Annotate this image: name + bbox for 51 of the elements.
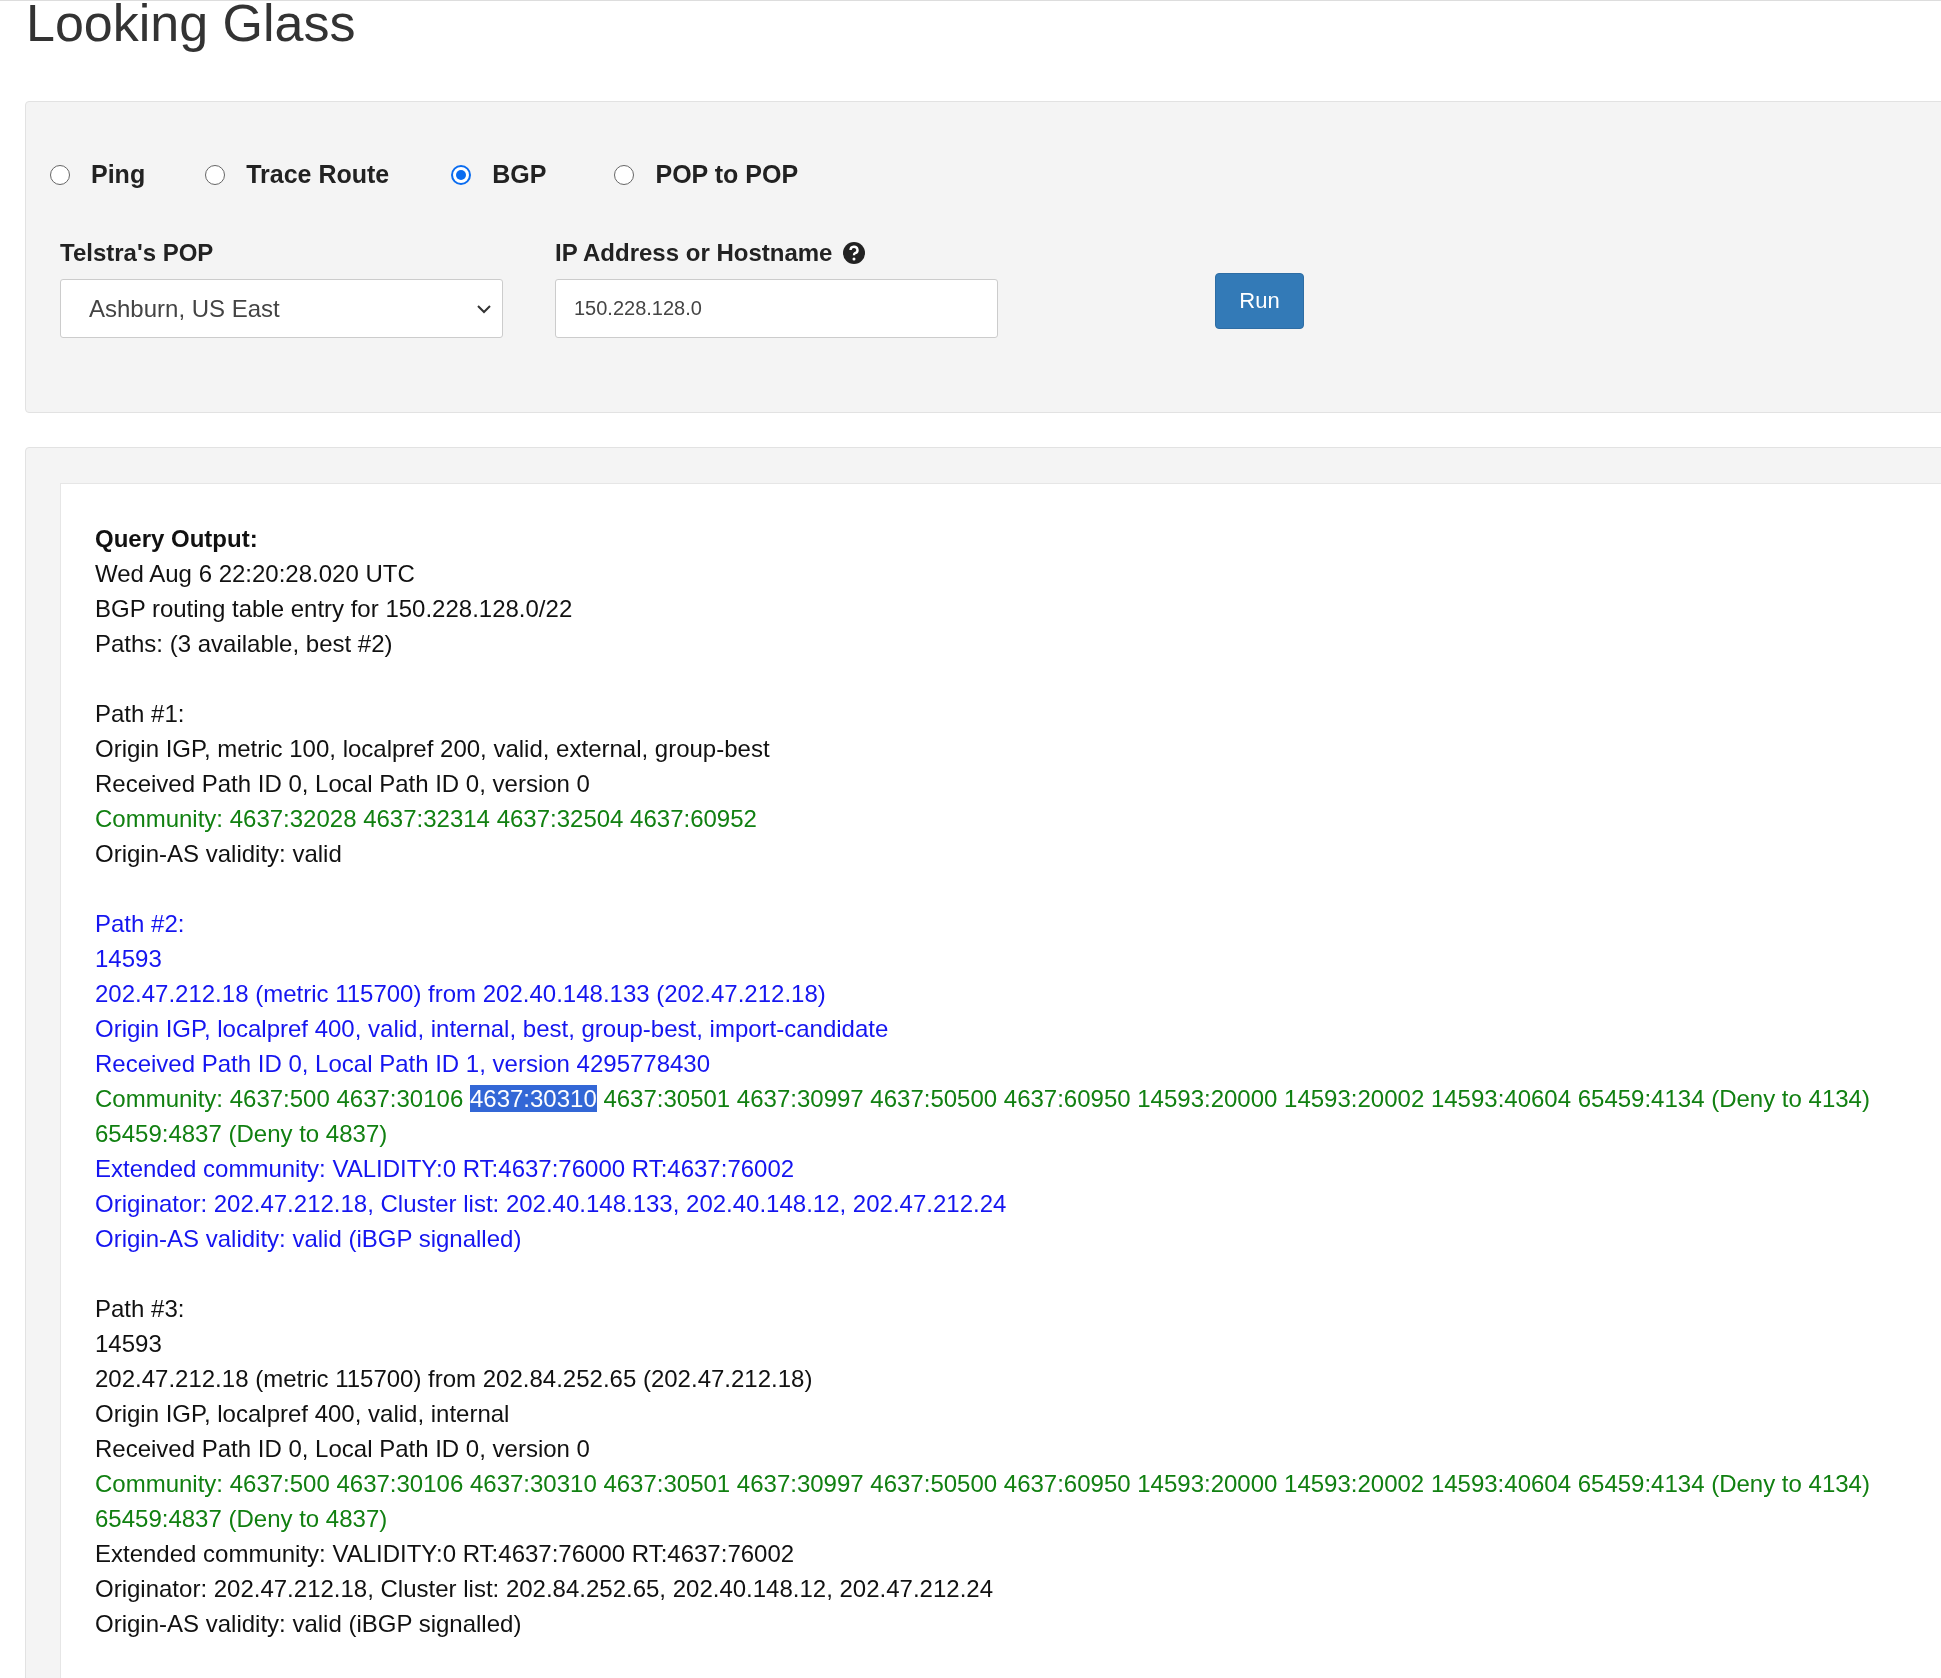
output-line: Community: 4637:32028 4637:32314 4637:32504 4637:60952 <box>95 804 757 834</box>
radio-circle-icon[interactable] <box>50 164 70 185</box>
output-line: Origin IGP, localpref 400, valid, internal <box>95 1399 510 1429</box>
output-line: Extended community: VALIDITY:0 RT:4637:76000 RT:4637:76002 <box>95 1154 795 1184</box>
output-line: 65459:4837 (Deny to 4837) <box>95 1119 388 1149</box>
output-line: Path #3: <box>95 1294 185 1324</box>
output-line: Originator: 202.47.212.18, Cluster list: 202.40.148.133, 202.40.148.12, 202.47.212.24 <box>95 1189 1007 1219</box>
page-title: Looking Glass <box>26 1 356 54</box>
output-line: Wed Aug 6 22:20:28.020 UTC <box>95 559 415 589</box>
radio-label[interactable]: BGP <box>492 160 547 189</box>
output-line: Path #2: <box>95 909 185 939</box>
output-line: 14593 <box>95 1329 162 1359</box>
query-type-radio[interactable]: Ping <box>50 160 146 189</box>
output-line: BGP routing table entry for 150.228.128.0/22 <box>95 594 573 624</box>
radio-circle-icon[interactable] <box>451 164 472 185</box>
output-line: Community: 4637:500 4637:30106 4637:30310 4637:30501 4637:30997 4637:50500 4637:60950 14593:20000 14593:20002 14593:40604 65459:4134 (Deny to 4134) <box>95 1469 1870 1499</box>
output-line: Origin IGP, localpref 400, valid, internal, best, group-best, import-candidate <box>95 1014 889 1044</box>
chevron-down-icon <box>476 303 492 314</box>
radio-label[interactable]: Ping <box>91 160 146 189</box>
output-line: Path #1: <box>95 699 185 729</box>
output-heading: Query Output: <box>95 524 258 554</box>
query-type-radio[interactable]: Trace Route <box>205 160 390 189</box>
radio-label[interactable]: Trace Route <box>246 160 390 189</box>
output-line: Received Path ID 0, Local Path ID 0, version 0 <box>95 769 590 799</box>
output-line: Received Path ID 0, Local Path ID 0, version 0 <box>95 1434 590 1464</box>
output-line: Origin-AS validity: valid <box>95 839 342 869</box>
query-type-radio[interactable]: BGP <box>451 160 547 189</box>
output-line: 14593 <box>95 944 162 974</box>
output-line: Extended community: VALIDITY:0 RT:4637:76000 RT:4637:76002 <box>95 1539 795 1569</box>
output-line: 65459:4837 (Deny to 4837) <box>95 1504 388 1534</box>
radio-label[interactable]: POP to POP <box>655 160 799 189</box>
query-type-radio[interactable]: POP to POP <box>614 160 799 189</box>
radio-circle-icon[interactable] <box>205 164 226 185</box>
output-line: Origin-AS validity: valid (iBGP signalled) <box>95 1224 522 1254</box>
output-line: Origin-AS validity: valid (iBGP signalled) <box>95 1609 522 1639</box>
output-line: Originator: 202.47.212.18, Cluster list: 202.84.252.65, 202.40.148.12, 202.47.212.24 <box>95 1574 993 1604</box>
address-field[interactable]: 150.228.128.0 <box>555 279 998 338</box>
output-line: 202.47.212.18 (metric 115700) from 202.84.252.65 (202.47.212.18) <box>95 1364 813 1394</box>
help-icon[interactable] <box>842 241 867 265</box>
run-button[interactable]: Run <box>1215 273 1304 329</box>
output-text: 4637:30501 4637:30997 4637:50500 4637:60950 14593:20000 14593:20002 14593:40604 65459:4134 (Deny to 4134) <box>603 1085 1870 1112</box>
radio-circle-icon[interactable] <box>614 164 635 185</box>
output-line: Received Path ID 0, Local Path ID 1, version 4295778430 <box>95 1049 711 1079</box>
pop-select[interactable]: Ashburn, US East <box>60 279 503 338</box>
selected-text: 4637:30310 <box>469 1085 597 1112</box>
address-label: IP Address or Hostname <box>555 239 833 267</box>
output-line: Origin IGP, metric 100, localpref 200, valid, external, group-best <box>95 734 770 764</box>
output-line: Paths: (3 available, best #2) <box>95 629 393 659</box>
output-text: Community: 4637:500 4637:30106 <box>95 1085 464 1112</box>
pop-label: Telstra's POP <box>60 239 215 267</box>
output-line: 202.47.212.18 (metric 115700) from 202.40.148.133 (202.47.212.18) <box>95 979 826 1009</box>
